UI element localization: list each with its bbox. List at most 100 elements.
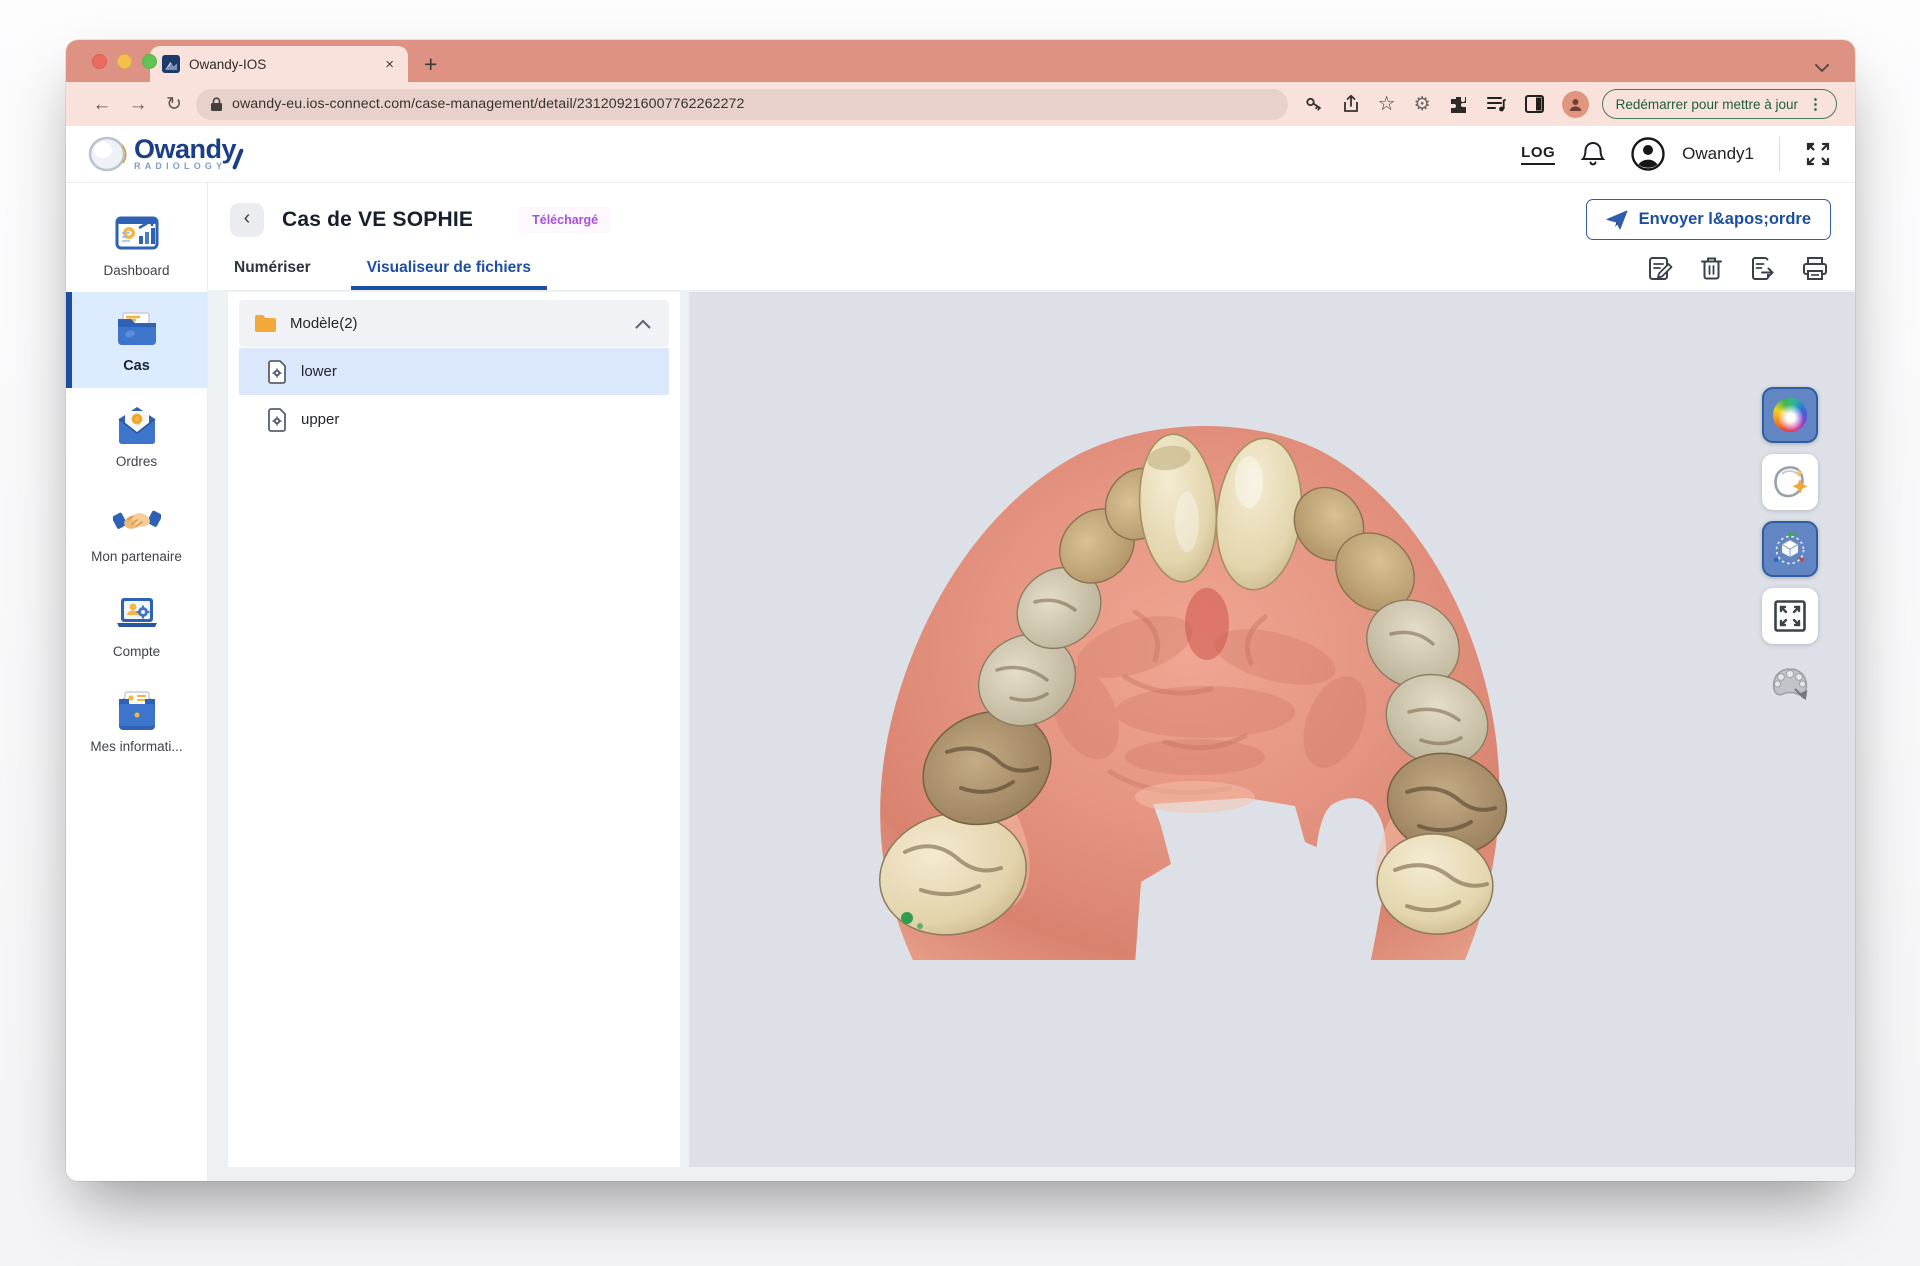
- owandy-orb-icon: [88, 135, 128, 173]
- dashboard-icon: [113, 212, 161, 256]
- sidebar-item-dashboard[interactable]: Dashboard: [66, 197, 207, 292]
- toolbar-icons: ☆ ⚙: [1304, 91, 1589, 118]
- sidebar-label: Cas: [123, 358, 150, 374]
- sidebar-label: Ordres: [116, 454, 157, 469]
- bookmark-star-icon[interactable]: ☆: [1378, 94, 1396, 114]
- occlusion-jaw-icon: [1768, 663, 1812, 703]
- status-badge: Téléchargé: [519, 207, 611, 233]
- tab-search-chevron-icon[interactable]: [1815, 64, 1829, 73]
- case-action-icons: [1647, 255, 1829, 290]
- lock-icon: [210, 97, 223, 112]
- tooth-sparkle-icon: [1772, 465, 1808, 499]
- partner-handshake-icon: [113, 498, 161, 542]
- account-laptop-icon: [113, 593, 161, 637]
- tab-numeriser[interactable]: Numériser: [234, 259, 311, 290]
- new-tab-button[interactable]: +: [424, 53, 437, 76]
- close-window-button[interactable]: [92, 54, 107, 69]
- fit-screen-icon: [1773, 599, 1807, 633]
- folder-label: Modèle(2): [290, 315, 358, 332]
- viewer-tool-stack: [1762, 387, 1818, 711]
- tab-visualiseur[interactable]: Visualiseur de fichiers: [351, 259, 547, 290]
- username-label[interactable]: Owandy1: [1682, 144, 1754, 164]
- cube-3d-icon: [1771, 530, 1809, 568]
- file-tree-panel: Modèle(2) lower: [228, 292, 680, 1167]
- folder-row-modele[interactable]: Modèle(2): [239, 300, 669, 347]
- browser-tabstrip: Owandy-IOS × +: [66, 40, 1855, 82]
- sidebar-label: Mes informati...: [90, 739, 182, 754]
- tab-close-icon[interactable]: ×: [383, 55, 396, 74]
- viewer-canvas[interactable]: [689, 292, 1855, 1167]
- model-file-icon: [267, 408, 287, 432]
- share-icon[interactable]: [1342, 94, 1360, 114]
- puzzle-extension-icon[interactable]: [1449, 95, 1468, 114]
- url-text: owandy-eu.ios-connect.com/case-managemen…: [232, 96, 745, 112]
- collapse-chevron-icon[interactable]: [635, 319, 651, 329]
- file-label: lower: [301, 363, 337, 380]
- profile-person-icon: [1568, 97, 1583, 112]
- sidebar-item-cas[interactable]: Cas: [66, 292, 207, 388]
- sidepanel-icon[interactable]: [1525, 95, 1544, 113]
- tab-title: Owandy-IOS: [189, 57, 374, 72]
- back-nav-icon[interactable]: ←: [84, 95, 120, 114]
- forward-nav-icon[interactable]: →: [120, 95, 156, 114]
- browser-update-button[interactable]: Redémarrer pour mettre à jour ⋮: [1602, 89, 1837, 119]
- sidebar-item-ordres[interactable]: Ordres: [66, 388, 207, 483]
- zoom-window-button[interactable]: [142, 54, 157, 69]
- main-content: ‹ Cas de VE SOPHIE Téléchargé Envoyer l&…: [208, 183, 1855, 1181]
- model-file-icon: [267, 360, 287, 384]
- tab-favicon-icon: [162, 55, 180, 73]
- notifications-bell-icon[interactable]: [1580, 140, 1606, 168]
- browser-profile-avatar[interactable]: [1562, 91, 1589, 118]
- my-info-card-icon: [113, 688, 161, 732]
- send-order-button[interactable]: Envoyer l&apos;ordre: [1586, 199, 1831, 240]
- view-3d-tool-button[interactable]: [1762, 521, 1818, 577]
- fit-screen-tool-button[interactable]: [1762, 588, 1818, 644]
- back-button[interactable]: ‹: [230, 203, 264, 237]
- edit-note-icon[interactable]: [1647, 255, 1674, 282]
- log-button[interactable]: LOG: [1521, 144, 1555, 165]
- file-label: upper: [301, 411, 339, 428]
- color-texture-tool-button[interactable]: [1762, 387, 1818, 443]
- sidebar-item-partenaire[interactable]: Mon partenaire: [66, 483, 207, 578]
- user-avatar-icon[interactable]: [1631, 137, 1665, 171]
- browser-tab[interactable]: Owandy-IOS ×: [150, 46, 408, 82]
- sidebar-item-informations[interactable]: Mes informati...: [66, 673, 207, 768]
- reload-icon[interactable]: ↻: [156, 95, 192, 114]
- sidebar-label: Compte: [113, 644, 160, 659]
- tooth-polish-tool-button[interactable]: [1762, 454, 1818, 510]
- sidebar-label: Dashboard: [103, 263, 169, 278]
- print-icon[interactable]: [1801, 256, 1829, 282]
- paper-plane-icon: [1606, 210, 1628, 230]
- app-header: Owandy RADIOLOGY LOG Owandy1: [66, 126, 1855, 183]
- update-button-label: Redémarrer pour mettre à jour: [1616, 97, 1798, 112]
- sidebar-label: Mon partenaire: [91, 549, 182, 564]
- file-row-upper[interactable]: upper: [239, 396, 669, 443]
- scan-gap: [1135, 798, 1327, 964]
- minimize-window-button[interactable]: [117, 54, 132, 69]
- delete-trash-icon[interactable]: [1699, 255, 1724, 282]
- header-divider: [1779, 137, 1780, 171]
- browser-window: Owandy-IOS × + ← → ↻ owandy-eu.ios-conne…: [66, 40, 1855, 1181]
- logo-subtitle: RADIOLOGY: [134, 161, 236, 171]
- color-wheel-icon: [1773, 398, 1807, 432]
- playlist-icon[interactable]: [1486, 95, 1507, 113]
- fullscreen-icon[interactable]: [1805, 141, 1831, 167]
- dental-model-3d[interactable]: [835, 412, 1535, 964]
- cases-folder-icon: [113, 307, 161, 351]
- case-header-row: ‹ Cas de VE SOPHIE Téléchargé Envoyer l&…: [208, 183, 1855, 248]
- app-page: Owandy RADIOLOGY LOG Owandy1: [66, 126, 1855, 1181]
- orders-envelope-icon: [113, 403, 161, 447]
- sidebar-item-compte[interactable]: Compte: [66, 578, 207, 673]
- file-row-lower[interactable]: lower: [239, 348, 669, 395]
- url-bar[interactable]: owandy-eu.ios-connect.com/case-managemen…: [196, 89, 1288, 120]
- sidebar: Dashboard Cas: [66, 183, 208, 1181]
- occlusion-check-tool-button[interactable]: [1762, 655, 1818, 711]
- owandy-logo: Owandy RADIOLOGY: [88, 135, 240, 173]
- window-controls: [92, 54, 157, 69]
- browser-toolbar: ← → ↻ owandy-eu.ios-connect.com/case-man…: [66, 82, 1855, 126]
- extension-gear-icon[interactable]: ⚙: [1414, 95, 1431, 114]
- send-order-label: Envoyer l&apos;ordre: [1639, 210, 1811, 229]
- browser-menu-dots-icon[interactable]: ⋮: [1808, 95, 1823, 113]
- key-icon[interactable]: [1304, 94, 1324, 114]
- export-file-icon[interactable]: [1749, 255, 1776, 282]
